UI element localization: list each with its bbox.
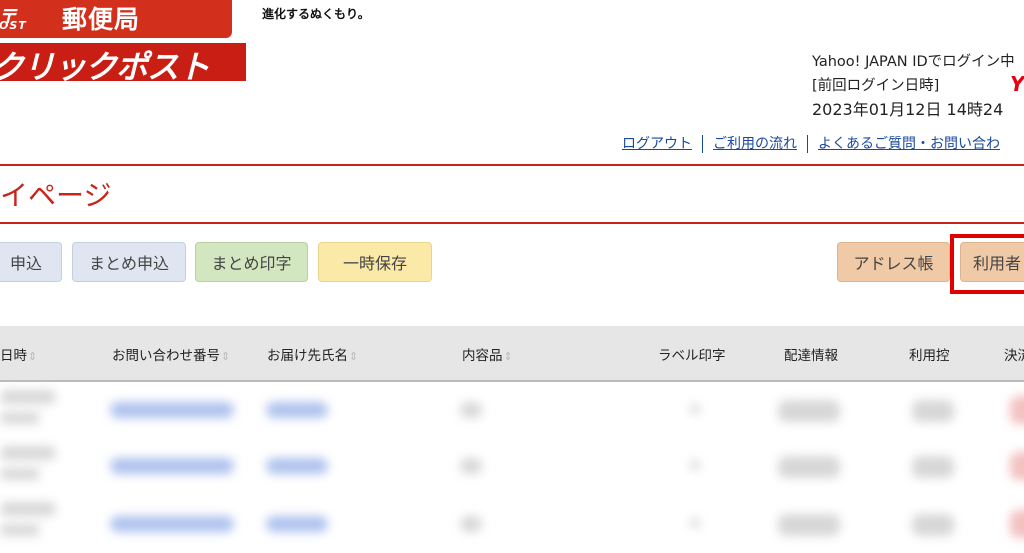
blurred-cell (0, 412, 40, 424)
temp-save-button[interactable]: 一時保存 (318, 242, 432, 282)
blurred-cell (266, 516, 328, 532)
column-header-label-print: ラベル印字 (658, 348, 726, 364)
logo-office-text: 郵便局 (62, 5, 141, 34)
blurred-cell[interactable] (1010, 396, 1024, 424)
blurred-cell (460, 402, 482, 418)
yahoo-logo-icon: Y (1010, 72, 1024, 96)
clickpost-logo-text: クリックポスト (0, 48, 210, 81)
blurred-cell[interactable] (690, 404, 700, 414)
bulk-print-button[interactable]: まとめ印字 (195, 242, 308, 282)
login-info: Yahoo! JAPAN IDでログイン中 [前回ログイン日時] 2023年01… (812, 50, 1015, 122)
address-book-button[interactable]: アドレス帳 (837, 242, 950, 282)
clickpost-logo[interactable]: クリックポスト (0, 43, 246, 81)
logo-post-text: OST (0, 19, 27, 32)
highlight-box (950, 234, 1024, 294)
blurred-cell[interactable] (912, 514, 954, 536)
logout-link[interactable]: ログアウト (612, 136, 702, 152)
apply-button[interactable]: 申込 (0, 242, 62, 282)
last-login-label: [前回ログイン日時] (812, 78, 940, 94)
blurred-cell[interactable] (1010, 510, 1024, 538)
blurred-cell[interactable] (690, 518, 700, 528)
blurred-cell[interactable] (110, 516, 234, 532)
column-header-datetime[interactable]: 日時⇕ (0, 344, 37, 364)
title-bottom-rule (0, 222, 1024, 224)
blurred-cell[interactable] (778, 456, 840, 478)
blurred-cell[interactable] (690, 460, 700, 470)
history-table-header: 日時⇕ お問い合わせ番号⇕ お届け先氏名⇕ 内容品⇕ ラベル印字 配達情報 利用… (0, 326, 1024, 382)
blurred-cell (0, 468, 40, 480)
blurred-cell (460, 458, 482, 474)
last-login-date: 2023年01月12日 14時24 (812, 100, 1004, 119)
blurred-cell[interactable] (1010, 452, 1024, 480)
table-row[interactable] (0, 382, 1024, 440)
blurred-cell (0, 502, 56, 516)
login-status: Yahoo! JAPAN IDでログイン中 (812, 54, 1015, 70)
blurred-cell (0, 524, 40, 536)
column-header-tracking-number[interactable]: お問い合わせ番号⇕ (112, 344, 230, 364)
column-header-contents[interactable]: 内容品⇕ (462, 344, 513, 364)
header-links: ログアウト ご利用の流れ よくあるご質問・お問い合わ (612, 133, 1010, 153)
column-header-delivery-info: 配達情報 (784, 348, 838, 364)
column-header-payment: 決済 (1004, 348, 1024, 364)
blurred-cell (266, 402, 328, 418)
blurred-cell[interactable] (778, 514, 840, 536)
sort-icon[interactable]: ⇕ (28, 350, 37, 363)
table-row[interactable] (0, 494, 1024, 552)
blurred-cell (266, 458, 328, 474)
blurred-cell[interactable] (110, 402, 234, 418)
title-top-rule (0, 164, 1024, 166)
blurred-cell[interactable] (912, 400, 954, 422)
faq-link[interactable]: よくあるご質問・お問い合わ (808, 136, 1010, 152)
tagline: 進化するぬくもり。 (262, 7, 370, 21)
page-title: イページ (0, 179, 112, 212)
blurred-cell (0, 446, 56, 460)
sort-icon[interactable]: ⇕ (221, 350, 230, 363)
blurred-cell[interactable] (912, 456, 954, 478)
sort-icon[interactable]: ⇕ (504, 350, 513, 363)
column-header-receipt: 利用控 (909, 348, 950, 364)
sort-icon[interactable]: ⇕ (349, 350, 358, 363)
bulk-apply-button[interactable]: まとめ申込 (72, 242, 186, 282)
blurred-cell[interactable] (778, 400, 840, 422)
column-header-recipient[interactable]: お届け先氏名⇕ (267, 344, 358, 364)
japan-post-logo[interactable]: 〒 OST 郵便局 (0, 0, 232, 38)
blurred-cell (0, 390, 56, 404)
table-row[interactable] (0, 438, 1024, 496)
blurred-cell (460, 516, 482, 532)
usage-flow-link[interactable]: ご利用の流れ (703, 136, 807, 152)
blurred-cell[interactable] (110, 458, 234, 474)
